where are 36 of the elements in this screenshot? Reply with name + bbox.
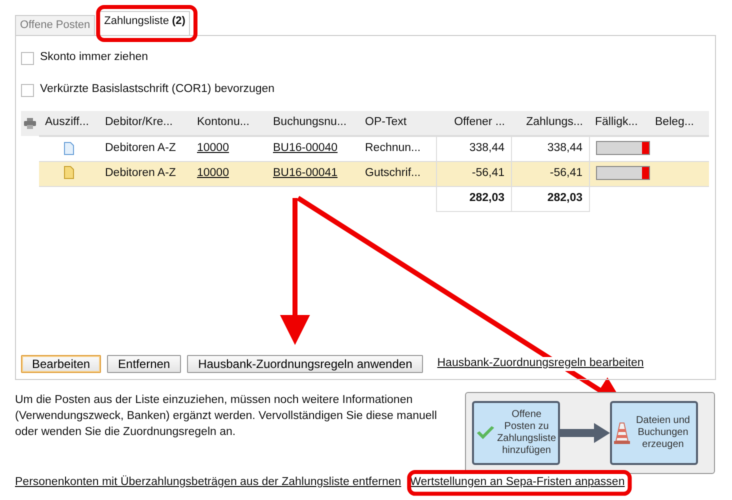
column-header[interactable]: Debitor/Kre... bbox=[99, 111, 191, 136]
column-header[interactable]: Fälligk... bbox=[589, 111, 649, 136]
button[interactable]: Entfernen bbox=[107, 354, 182, 373]
link[interactable]: BU16-00040 bbox=[273, 142, 338, 154]
table-row[interactable]: Debitoren A-Z 10000 BU16-00040 Rechnun... 338,44 338,44 bbox=[39, 136, 709, 161]
table-cell: -56,41 bbox=[436, 161, 511, 186]
table-cell: Gutschrif... bbox=[359, 161, 436, 186]
workflow-step[interactable]: Dateien und Buchungen erzeugen bbox=[610, 401, 698, 465]
checkbox-label[interactable]: Skonto immer ziehen bbox=[40, 51, 148, 65]
total-cell: 282,03 bbox=[511, 186, 589, 211]
button[interactable]: Bearbeiten bbox=[21, 354, 102, 373]
link[interactable]: Wertstellungen an Sepa-Fristen anpassen bbox=[410, 476, 625, 490]
info-text: Um die Posten aus der Liste einzuziehen, müssen noch weitere Informationen (Verwendungszweck, Banken) ergänzt werden. Vervollständigen Sie diese manuell oder wenden Sie die Zuordnungsregeln an. bbox=[15, 393, 438, 440]
table-cell: 338,44 bbox=[511, 136, 589, 161]
link[interactable]: Personenkonten mit Überzahlungsbeträgen aus der Zahlungsliste entfernen bbox=[15, 476, 402, 490]
table-cell: -56,41 bbox=[511, 161, 589, 186]
column-header[interactable]: Buchungsnu... bbox=[267, 111, 359, 136]
link[interactable]: 10000 bbox=[197, 142, 229, 154]
column-header[interactable]: Ausziff... bbox=[39, 111, 99, 136]
checkbox-label[interactable]: Verkürzte Basislastschrift (COR1) bevorzugen bbox=[40, 83, 275, 97]
workflow-step[interactable]: Offene Posten zu Zahlungsliste hinzufügen bbox=[472, 401, 560, 465]
tab[interactable]: Offene Posten bbox=[15, 14, 96, 35]
tab[interactable]: Zahlungsliste (2) bbox=[99, 11, 190, 36]
column-header[interactable]: Offener ... bbox=[436, 111, 511, 136]
table-row[interactable]: Debitoren A-Z 10000 BU16-00041 Gutschrif... -56,41 -56,41 bbox=[39, 161, 709, 186]
table-cell: Rechnun... bbox=[359, 136, 436, 161]
link[interactable]: Hausbank-Zuordnungsregeln bearbeiten bbox=[437, 356, 644, 371]
column-header[interactable]: Beleg... bbox=[649, 111, 709, 136]
total-cell: 282,03 bbox=[436, 186, 511, 211]
column-header[interactable]: Zahlungs... bbox=[511, 111, 589, 136]
table-cell: Debitoren A-Z bbox=[99, 161, 191, 186]
column-header[interactable]: OP-Text bbox=[359, 111, 436, 136]
button[interactable]: Hausbank-Zuordnungsregeln anwenden bbox=[187, 354, 424, 373]
table-cell: Debitoren A-Z bbox=[99, 136, 191, 161]
column-header[interactable]: Kontonu... bbox=[191, 111, 267, 136]
table-cell: 338,44 bbox=[436, 136, 511, 161]
